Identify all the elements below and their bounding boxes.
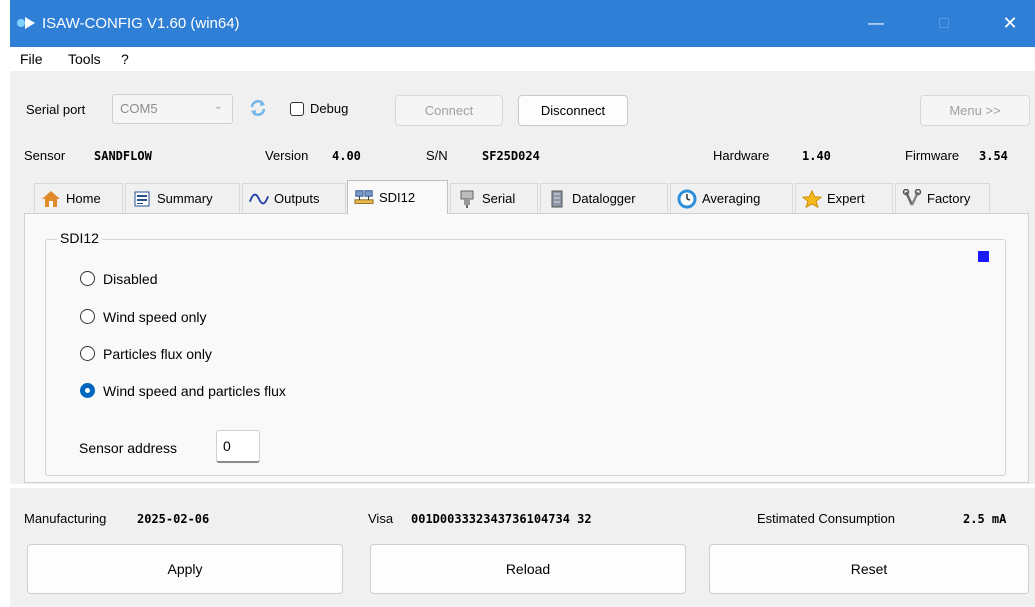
radio-wind-speed-only[interactable]: [80, 309, 95, 324]
tab-home[interactable]: Home: [34, 183, 123, 213]
radio-particles-flux-only[interactable]: [80, 346, 95, 361]
group-title: SDI12: [57, 230, 102, 246]
tab-outputs[interactable]: Outputs: [242, 183, 346, 213]
visa-label: Visa: [368, 511, 394, 526]
manufacturing-value: 2025-02-06: [137, 512, 210, 526]
radio-label-disabled: Disabled: [103, 271, 158, 287]
tab-label: Expert: [827, 191, 865, 206]
connect-button[interactable]: Connect: [395, 95, 503, 126]
tab-expert[interactable]: Expert: [795, 183, 893, 213]
menu-button[interactable]: Menu >>: [920, 95, 1030, 126]
chevron-down-icon: ⌄: [214, 101, 223, 112]
firmware-label: Firmware: [905, 148, 960, 163]
status-indicator: [978, 251, 989, 262]
tab-label: SDI12: [379, 190, 416, 205]
home-icon: [41, 189, 61, 209]
manufacturing-label: Manufacturing: [24, 511, 107, 526]
divider: [0, 484, 1035, 488]
serial-port-label: Serial port: [26, 102, 86, 117]
tab-factory[interactable]: Factory: [895, 183, 990, 213]
star-icon: [802, 189, 822, 209]
tab-serial[interactable]: Serial: [450, 183, 538, 213]
reset-button[interactable]: Reset: [709, 544, 1029, 594]
tab-label: Datalogger: [572, 191, 636, 206]
radio-label-particles-flux-only: Particles flux only: [103, 346, 212, 362]
tab-label: Factory: [927, 191, 971, 206]
sensor-label: Sensor: [24, 148, 66, 163]
tab-label: Home: [66, 191, 101, 206]
maximize-button[interactable]: □: [921, 0, 967, 47]
debug-label: Debug: [310, 101, 349, 116]
clock-icon: [677, 189, 697, 209]
close-button[interactable]: ✕: [987, 0, 1033, 47]
radio-wind-speed-and-particles-flux[interactable]: [80, 383, 95, 398]
firmware-value: 3.54: [979, 149, 1008, 163]
tab-datalogger[interactable]: Datalogger: [540, 183, 668, 213]
sensor-address-label: Sensor address: [79, 440, 178, 456]
radio-label-wind-speed-only: Wind speed only: [103, 309, 207, 325]
menu-bar: File Tools ?: [10, 47, 1035, 71]
tab-label: Summary: [157, 191, 213, 206]
serial-port-value: COM5: [120, 101, 158, 116]
title-bar[interactable]: ISAW-CONFIG V1.60 (win64) — □ ✕: [10, 0, 1035, 47]
menu-help[interactable]: ?: [121, 51, 129, 67]
apply-button[interactable]: Apply: [27, 544, 343, 594]
disconnect-button[interactable]: Disconnect: [518, 95, 628, 126]
sn-label: S/N: [426, 148, 448, 163]
radio-disabled[interactable]: [80, 271, 95, 286]
window-title: ISAW-CONFIG V1.60 (win64): [42, 15, 240, 32]
hardware-label: Hardware: [713, 148, 770, 163]
hardware-value: 1.40: [802, 149, 831, 163]
menu-tools[interactable]: Tools: [68, 51, 101, 67]
tab-summary[interactable]: Summary: [125, 183, 240, 213]
version-label: Version: [265, 148, 309, 163]
app-logo-icon: [16, 15, 36, 31]
tab-sdi12[interactable]: SDI12: [347, 180, 448, 214]
menu-file[interactable]: File: [20, 51, 43, 67]
sensor-value: SANDFLOW: [94, 149, 152, 163]
tab-label: Outputs: [274, 191, 320, 206]
sn-value: SF25D024: [482, 149, 540, 163]
memory-icon: [547, 189, 567, 209]
connector-icon: [457, 189, 477, 209]
refresh-icon[interactable]: [248, 98, 268, 118]
tab-label: Averaging: [702, 191, 761, 206]
wave-icon: [249, 189, 269, 209]
sensor-address-value: 0: [223, 438, 231, 454]
tab-label: Serial: [482, 191, 516, 206]
version-value: 4.00: [332, 149, 361, 163]
network-icon: [354, 188, 374, 208]
reload-button[interactable]: Reload: [370, 544, 686, 594]
radio-label-wind-speed-and-particles-flux: Wind speed and particles flux: [103, 383, 286, 399]
consumption-label: Estimated Consumption: [757, 511, 896, 526]
tools-icon: [902, 188, 922, 209]
sensor-address-field[interactable]: 0: [216, 430, 260, 463]
summary-icon: [132, 189, 152, 209]
serial-port-select[interactable]: COM5 ⌄: [112, 94, 233, 124]
debug-checkbox[interactable]: [290, 102, 304, 116]
consumption-value: 2.5 mA: [963, 512, 1007, 526]
tab-averaging[interactable]: Averaging: [670, 183, 793, 213]
visa-value: 001D003332343736104734 32: [411, 512, 592, 526]
minimize-button[interactable]: —: [853, 0, 899, 47]
